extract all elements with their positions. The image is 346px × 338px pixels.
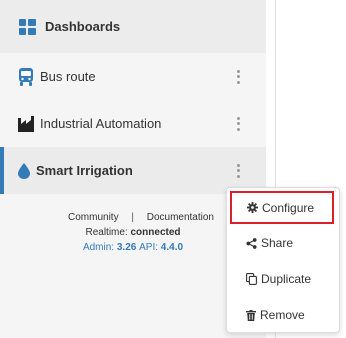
documentation-link[interactable]: Documentation — [147, 212, 214, 223]
sidebar-header-label: Dashboards — [45, 19, 121, 34]
menu-item-share[interactable]: Share — [227, 225, 339, 261]
water-drop-icon — [18, 162, 30, 179]
footer-separator: | — [131, 211, 134, 223]
sidebar-item-label: Industrial Automation — [40, 116, 162, 131]
sidebar-item-label: Smart Irrigation — [36, 163, 133, 178]
sidebar-header-dashboards[interactable]: Dashboards — [0, 0, 266, 53]
menu-item-label: Configure — [262, 200, 315, 215]
gear-icon — [247, 202, 258, 213]
realtime-label: Realtime: — [85, 226, 128, 238]
api-version: 4.4.0 — [160, 241, 184, 253]
dashboard-grid-icon — [19, 18, 36, 35]
sidebar-item-label: Bus route — [40, 69, 96, 84]
menu-item-configure[interactable]: Configure — [230, 191, 334, 224]
context-menu: Configure Share Duplicate Remove — [226, 187, 340, 333]
admin-version: 3.26 — [116, 241, 137, 253]
admin-label: Admin: — [82, 241, 115, 253]
factory-icon — [18, 115, 34, 132]
menu-item-label: Share — [261, 236, 294, 250]
community-link[interactable]: Community — [68, 212, 119, 223]
kebab-menu-icon[interactable] — [234, 69, 242, 84]
sidebar-item-industrial-automation[interactable]: Industrial Automation — [0, 100, 266, 147]
bus-icon — [18, 67, 34, 86]
realtime-status-value: connected — [130, 226, 181, 238]
trash-icon — [246, 309, 256, 321]
copy-icon — [246, 273, 257, 285]
sidebar-item-smart-irrigation[interactable]: Smart Irrigation — [0, 147, 266, 194]
share-icon — [246, 237, 257, 249]
sidebar-item-bus-route[interactable]: Bus route — [0, 53, 266, 100]
menu-item-label: Remove — [260, 308, 305, 322]
menu-item-label: Duplicate — [261, 272, 312, 286]
kebab-menu-icon[interactable] — [234, 116, 242, 131]
menu-item-duplicate[interactable]: Duplicate — [227, 261, 339, 297]
api-label: API: — [139, 241, 159, 253]
menu-item-remove[interactable]: Remove — [227, 297, 339, 333]
kebab-menu-icon[interactable] — [234, 163, 242, 178]
